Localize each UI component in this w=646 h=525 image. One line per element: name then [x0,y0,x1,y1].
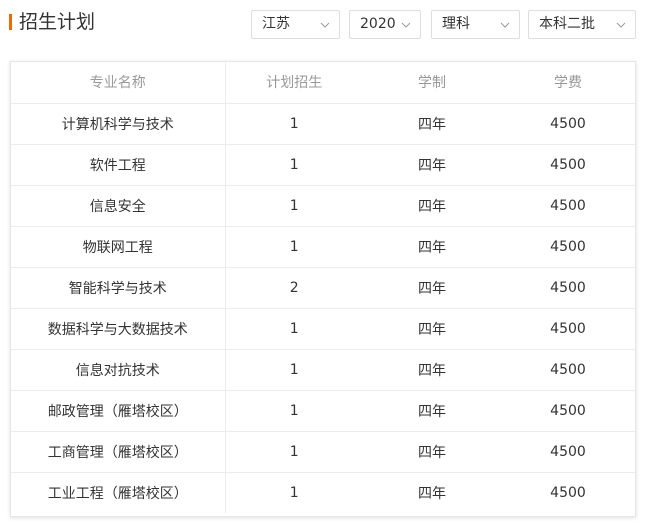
cell-plan: 1 [225,431,363,473]
cell-major: 智能科学与技术 [11,267,226,309]
column-header-tuition: 学费 [501,62,635,104]
cell-tuition: 4500 [501,267,635,309]
province-select-value: 江苏 [262,16,290,32]
cell-major: 邮政管理（雁塔校区） [11,390,226,432]
cell-tuition: 4500 [501,144,635,186]
cell-tuition: 4500 [501,103,635,145]
table-row: 数据科学与大数据技术 1 四年 4500 [11,308,635,350]
cell-tuition: 4500 [501,349,635,391]
province-select[interactable]: 江苏 [251,10,340,39]
cell-major: 工业工程（雁塔校区） [11,472,226,513]
cell-major: 工商管理（雁塔校区） [11,431,226,473]
table-row: 计算机科学与技术 1 四年 4500 [11,103,635,145]
cell-plan: 1 [225,103,363,145]
cell-plan: 1 [225,144,363,186]
cell-major: 物联网工程 [11,226,226,268]
year-select[interactable]: 2020 [349,10,421,39]
table-header-row: 专业名称 计划招生 学制 学费 [11,62,635,104]
cell-tuition: 4500 [501,390,635,432]
subject-type-select[interactable]: 理科 [431,10,520,39]
subject-type-select-value: 理科 [442,16,470,32]
cell-tuition: 4500 [501,185,635,227]
batch-select[interactable]: 本科二批 [528,10,636,39]
enrollment-plan-table-container: 专业名称 计划招生 学制 学费 计算机科学与技术 1 四年 4500 软件工程 … [10,61,636,517]
table-row: 信息安全 1 四年 4500 [11,185,635,227]
cell-duration: 四年 [363,144,501,186]
year-select-value: 2020 [360,16,396,32]
cell-major: 软件工程 [11,144,226,186]
header: 招生计划 江苏 2020 理科 本科二批 [0,0,646,46]
cell-tuition: 4500 [501,308,635,350]
cell-duration: 四年 [363,431,501,473]
cell-duration: 四年 [363,308,501,350]
table-row: 邮政管理（雁塔校区） 1 四年 4500 [11,390,635,432]
cell-duration: 四年 [363,226,501,268]
chevron-down-icon [499,11,511,38]
cell-major: 信息安全 [11,185,226,227]
cell-duration: 四年 [418,485,446,502]
cell-major: 信息对抗技术 [11,349,226,391]
batch-select-value: 本科二批 [539,16,595,32]
cell-plan: 1 [225,308,363,350]
column-header-major: 专业名称 [11,62,226,104]
cell-plan: 1 [225,390,363,432]
cell-major: 计算机科学与技术 [11,103,226,145]
cell-tuition: 4500 [550,484,586,501]
cell-tuition: 4500 [501,431,635,473]
table-row: 工商管理（雁塔校区） 1 四年 4500 [11,431,635,473]
cell-duration: 四年 [363,349,501,391]
column-header-duration: 学制 [363,62,501,104]
chevron-down-icon [615,11,627,38]
column-header-plan: 计划招生 [225,62,363,104]
cell-duration: 四年 [363,103,501,145]
cell-major: 数据科学与大数据技术 [11,308,226,350]
cell-plan: 2 [225,267,363,309]
table-row: 物联网工程 1 四年 4500 [11,226,635,268]
cell-tuition: 4500 [501,226,635,268]
cell-plan: 1 [225,185,363,227]
table-row: 信息对抗技术 1 四年 4500 [11,349,635,391]
chevron-down-icon [400,11,412,38]
table-row: 工业工程（雁塔校区） 1 四年 4500 [11,472,635,513]
cell-duration: 四年 [363,390,501,432]
cell-plan: 1 [225,349,363,391]
table-row: 智能科学与技术 2 四年 4500 [11,267,635,309]
chevron-down-icon [319,11,331,38]
enrollment-plan-table: 专业名称 计划招生 学制 学费 计算机科学与技术 1 四年 4500 软件工程 … [11,62,635,513]
cell-duration: 四年 [363,185,501,227]
cell-duration: 四年 [363,267,501,309]
page-title: 招生计划 [19,11,96,33]
title-accent-bar [9,14,12,30]
table-row: 软件工程 1 四年 4500 [11,144,635,186]
cell-plan: 1 [289,484,299,501]
cell-plan: 1 [225,226,363,268]
